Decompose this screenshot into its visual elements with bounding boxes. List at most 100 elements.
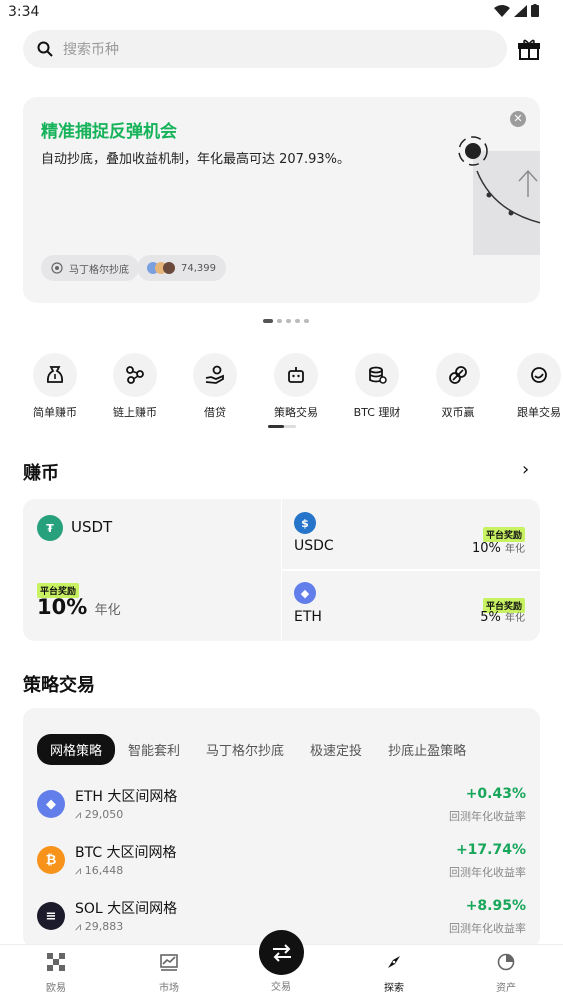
earn-card: ₮ USDT 平台奖励 10% 年化 $ USDC 平台奖励 10% 年化 ◆ … — [23, 499, 540, 641]
eth-rate-unit: 年化 — [505, 613, 525, 624]
feature-scroll-indicator — [268, 425, 296, 428]
nav-explore[interactable]: 探索 — [364, 953, 424, 994]
strategy-row[interactable]: ◆ ETH 大区间网格 ⩘ 29,050 +0.43% 回测年化收益率 — [37, 782, 526, 826]
strategy-tabs: 网格策略 智能套利 马丁格尔抄底 极速定投 抄底止盈策略 — [37, 734, 479, 765]
assets-pie-icon — [497, 953, 515, 971]
banner-title: 精准捕捉反弹机会 — [41, 122, 177, 142]
usdt-rate: 10% 年化 — [37, 595, 121, 619]
usdt-icon: ₮ — [37, 515, 63, 541]
dual-coin-icon — [449, 366, 467, 384]
usdc-rate-value: 10% — [471, 541, 501, 556]
strategy-name: ETH 大区间网格 — [75, 789, 178, 805]
strategy-row[interactable]: ₿ BTC 大区间网格 ⩘ 16,448 +17.74% 回测年化收益率 — [37, 838, 526, 882]
feature-btc-wealth[interactable]: BTC 理财 — [346, 353, 408, 420]
usdc-name: USDC — [294, 538, 334, 554]
carousel-dots — [263, 319, 309, 323]
earn-eth[interactable]: ◆ ETH 平台奖励 5% 年化 — [282, 571, 540, 641]
search-bar[interactable]: 搜索币种 — [23, 30, 507, 68]
search-icon — [37, 41, 53, 57]
strategy-chip[interactable]: 马丁格尔抄底 — [41, 255, 139, 281]
strategy-return-label: 回测年化收益率 — [449, 922, 526, 935]
tab-grid[interactable]: 网格策略 — [37, 734, 116, 765]
usdt-name: USDT — [71, 518, 113, 536]
tab-dip-take-profit[interactable]: 抄底止盈策略 — [375, 734, 479, 765]
feature-strategy-trading[interactable]: 策略交易 — [265, 353, 327, 420]
feature-onchain-earn[interactable]: 链上赚币 — [104, 353, 166, 420]
strategy-return: +17.74% — [455, 842, 526, 858]
usdc-rate-unit: 年化 — [505, 544, 525, 555]
tab-recurring-buy[interactable]: 极速定投 — [297, 734, 375, 765]
users-icon: ⩘ — [75, 808, 85, 821]
strategy-name: BTC 大区间网格 — [75, 845, 177, 861]
okx-logo-icon — [47, 953, 65, 971]
nav-label: 探索 — [384, 983, 404, 994]
nav-assets[interactable]: 资产 — [476, 953, 536, 994]
earn-usdt[interactable]: ₮ USDT 平台奖励 10% 年化 — [23, 499, 281, 641]
compass-icon — [388, 956, 400, 968]
btc-icon: ₿ — [37, 846, 65, 874]
nav-market[interactable]: 市场 — [139, 953, 199, 994]
robot-icon — [288, 367, 304, 383]
earn-usdc[interactable]: $ USDC 平台奖励 10% 年化 — [282, 499, 540, 569]
tab-arbitrage[interactable]: 智能套利 — [115, 734, 193, 765]
strategy-section-title: 策略交易 — [23, 675, 95, 696]
users-chip: 74,399 — [137, 255, 226, 281]
battery-icon — [531, 4, 539, 17]
copy-trade-icon — [531, 367, 547, 383]
usdt-rate-unit: 年化 — [94, 603, 121, 618]
banner-illustration — [458, 136, 540, 255]
nav-home[interactable]: 欧易 — [26, 953, 86, 994]
eth-name: ETH — [294, 609, 322, 625]
strategy-user-count: 16,448 — [84, 864, 124, 877]
nav-label: 资产 — [496, 983, 516, 994]
promo-banner[interactable]: 精准捕捉反弹机会 自动抄底，叠加收益机制，年化最高可达 207.93%。 ✕ 马… — [23, 97, 540, 303]
usdc-rate: 10% 年化 — [472, 540, 525, 556]
chevron-right-icon[interactable]: › — [522, 459, 529, 480]
eth-rate-value: 5% — [480, 610, 501, 625]
chip-strategy-label: 马丁格尔抄底 — [69, 264, 129, 276]
nav-label: 交易 — [271, 982, 291, 993]
wifi-icon — [494, 4, 510, 17]
swap-arrows-icon — [272, 943, 291, 962]
tab-martingale[interactable]: 马丁格尔抄底 — [193, 734, 297, 765]
earn-section-title: 赚币 — [23, 463, 59, 484]
usdc-icon: $ — [294, 512, 316, 534]
feature-dual-investment[interactable]: 双币赢 — [427, 353, 489, 420]
strategy-card: 网格策略 智能套利 马丁格尔抄底 极速定投 抄底止盈策略 ◆ ETH 大区间网格… — [23, 708, 540, 948]
strategy-user-count: 29,883 — [84, 920, 124, 933]
strategy-name: SOL 大区间网格 — [75, 901, 178, 917]
status-time: 3:34 — [8, 4, 40, 20]
strategy-users: ⩘ 29,883 — [75, 920, 123, 934]
feature-label: 借贷 — [204, 406, 226, 419]
feature-label: 链上赚币 — [113, 406, 157, 419]
feature-simple-earn[interactable]: 简单赚币 — [24, 353, 86, 420]
gift-icon[interactable] — [516, 36, 542, 62]
martingale-icon — [51, 262, 63, 274]
nav-label: 欧易 — [46, 983, 66, 994]
coin-stack-icon — [369, 366, 387, 384]
signal-icon — [514, 4, 527, 17]
feature-loan[interactable]: 借贷 — [184, 353, 246, 420]
eth-icon: ◆ — [37, 790, 65, 818]
close-icon[interactable]: ✕ — [510, 111, 526, 127]
chain-nodes-icon — [126, 366, 144, 384]
feature-label: 跟单交易 — [517, 406, 561, 419]
search-placeholder: 搜索币种 — [63, 42, 119, 58]
chip-user-count: 74,399 — [181, 262, 216, 274]
strategy-return-label: 回测年化收益率 — [449, 810, 526, 823]
feature-copy-trading[interactable]: 跟单交易 — [508, 353, 563, 420]
strategy-user-count: 29,050 — [84, 808, 124, 821]
feature-label: BTC 理财 — [353, 406, 401, 419]
users-icon: ⩘ — [75, 920, 85, 933]
trade-button[interactable] — [259, 930, 304, 975]
avatar-stack — [147, 262, 175, 274]
banner-subtitle: 自动抄底，叠加收益机制，年化最高可达 207.93%。 — [41, 152, 350, 167]
status-icons — [494, 4, 539, 17]
status-bar: 3:34 — [0, 0, 563, 24]
strategy-return-label: 回测年化收益率 — [449, 866, 526, 879]
market-chart-icon — [160, 954, 178, 971]
nav-label: 市场 — [159, 983, 179, 994]
nav-trade[interactable]: 交易 — [251, 974, 311, 993]
feature-label: 简单赚币 — [33, 406, 77, 419]
feature-label: 策略交易 — [274, 406, 318, 419]
